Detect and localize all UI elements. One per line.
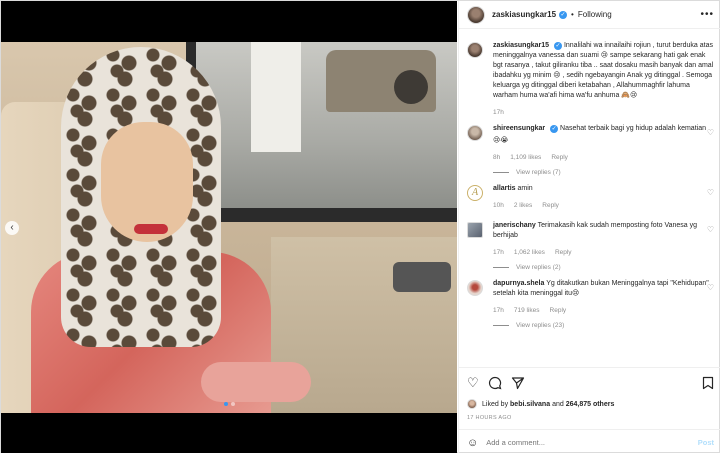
comment-body: dapurnya.shela Yg ditakutkan bukan Menin… — [493, 279, 713, 316]
caption-username[interactable]: zaskiasungkar15 — [493, 42, 549, 49]
comment-time[interactable]: 10h — [493, 201, 504, 211]
post-header: zaskiasungkar15 ✓ • Following ••• — [459, 1, 720, 29]
carousel-dots — [1, 402, 457, 406]
comment-icon[interactable] — [488, 376, 502, 393]
comment: janerischany Terimakasih kak sudah mempo… — [467, 221, 714, 258]
street-car — [326, 50, 436, 112]
caption-time[interactable]: 17h — [493, 108, 504, 118]
street-wall — [251, 42, 301, 152]
comment-meta: 8h 1,109 likes Reply — [493, 153, 713, 163]
caption-meta: 17h — [493, 108, 714, 118]
comment-username[interactable]: janerischany — [493, 222, 536, 229]
verified-icon: ✓ — [550, 125, 559, 133]
comment-like-icon[interactable]: ♡ — [707, 188, 714, 197]
comment: A allartis amin 10h 2 likes Reply ♡ — [467, 184, 714, 211]
comments-list[interactable]: zaskiasungkar15 ✓ Innalilahi wa innailai… — [459, 31, 720, 367]
instagram-post: ‹ zaskiasungkar15 ✓ • Following ••• zask… — [0, 0, 720, 453]
post-media[interactable]: ‹ — [1, 1, 457, 453]
comment-text: Nasehat terbaik bagi yg hidup adalah kem… — [560, 125, 706, 132]
comment-likes[interactable]: 719 likes — [514, 306, 540, 316]
divider — [493, 325, 509, 326]
bookmark-icon-svg — [702, 376, 714, 390]
comment-body: janerischany Terimakasih kak sudah mempo… — [493, 221, 713, 258]
comment-like-icon[interactable]: ♡ — [707, 225, 714, 234]
reply-button[interactable]: Reply — [542, 201, 559, 211]
author-avatar[interactable] — [467, 42, 483, 58]
comment-meta: 10h 2 likes Reply — [493, 201, 713, 211]
comment-username[interactable]: shireensungkar — [493, 125, 545, 132]
author-avatar[interactable] — [467, 5, 485, 24]
post-time[interactable]: 17 HOURS AGO — [467, 415, 512, 421]
heart-outline-icon[interactable]: ♡ — [467, 376, 479, 393]
more-options-icon[interactable]: ••• — [700, 9, 714, 20]
emoji-icon[interactable]: ☺ — [467, 437, 478, 449]
woman-lips — [134, 224, 168, 234]
carousel-dot — [230, 402, 235, 406]
view-replies-button[interactable]: View replies (7) — [493, 169, 714, 176]
comment-text: amin — [517, 185, 533, 192]
header-separator: • — [571, 10, 574, 19]
comment-meta: 17h 1,062 likes Reply — [493, 248, 713, 258]
liker-username[interactable]: bebi.silvana — [510, 401, 550, 408]
add-comment-input[interactable] — [486, 438, 698, 447]
liker-avatar[interactable] — [467, 399, 477, 409]
caption: zaskiasungkar15 ✓ Innalilahi wa innailai… — [467, 41, 714, 118]
carousel-dot — [223, 402, 228, 406]
comment-emoji: 😢😭 — [493, 137, 509, 144]
likes-summary: Liked by bebi.silvana and 264,875 others — [467, 399, 614, 409]
door-handle — [393, 262, 451, 292]
following-button[interactable]: Following — [578, 10, 612, 19]
woman-sleeve — [201, 362, 311, 402]
view-replies-label[interactable]: View replies (2) — [516, 264, 561, 271]
share-icon[interactable] — [511, 376, 525, 393]
reply-button[interactable]: Reply — [551, 153, 568, 163]
share-icon-svg — [511, 377, 524, 390]
divider — [493, 267, 509, 268]
comment-body: allartis amin 10h 2 likes Reply — [493, 184, 713, 211]
commenter-avatar[interactable] — [467, 280, 483, 296]
action-icons: ♡ — [467, 376, 525, 393]
comment: shireensungkar ✓ Nasehat terbaik bagi yg… — [467, 124, 714, 163]
comment: dapurnya.shela Yg ditakutkan bukan Menin… — [467, 279, 714, 316]
author-username[interactable]: zaskiasungkar15 — [492, 10, 556, 19]
comment-like-icon[interactable]: ♡ — [707, 128, 714, 137]
commenter-avatar[interactable] — [467, 125, 483, 141]
view-replies-button[interactable]: View replies (23) — [493, 322, 714, 329]
view-replies-label[interactable]: View replies (23) — [516, 322, 564, 329]
bookmark-icon[interactable] — [702, 376, 714, 393]
comment-likes[interactable]: 1,062 likes — [514, 248, 545, 258]
post-sidebar: zaskiasungkar15 ✓ • Following ••• zaskia… — [458, 1, 720, 453]
comment-time[interactable]: 17h — [493, 248, 504, 258]
comment-likes[interactable]: 1,109 likes — [510, 153, 541, 163]
verified-icon: ✓ — [554, 42, 562, 50]
caption-body: zaskiasungkar15 ✓ Innalilahi wa innailai… — [493, 41, 714, 118]
comment-username[interactable]: allartis — [493, 185, 516, 192]
view-replies-button[interactable]: View replies (2) — [493, 264, 714, 271]
comment-meta: 17h 719 likes Reply — [493, 306, 713, 316]
comment-username[interactable]: dapurnya.shela — [493, 280, 544, 287]
commenter-avatar[interactable]: A — [467, 185, 483, 201]
post-comment-button[interactable]: Post — [698, 438, 714, 447]
comment-icon-svg — [488, 376, 502, 390]
reply-button[interactable]: Reply — [550, 306, 567, 316]
comment-like-icon[interactable]: ♡ — [707, 283, 714, 292]
comment-time[interactable]: 8h — [493, 153, 500, 163]
likes-others[interactable]: 264,875 others — [566, 401, 615, 408]
comment-time[interactable]: 17h — [493, 306, 504, 316]
caption-text: Innalilahi wa innailaihi rojiun , turut … — [493, 42, 714, 99]
post-photo[interactable] — [1, 42, 457, 413]
carousel-prev-button[interactable]: ‹ — [5, 221, 19, 235]
likes-and: and — [552, 400, 564, 408]
divider — [493, 172, 509, 173]
comment-likes[interactable]: 2 likes — [514, 201, 532, 211]
likes-prefix: Liked by — [482, 400, 509, 408]
add-comment-bar: ☺ Post — [459, 429, 720, 453]
commenter-avatar[interactable] — [467, 222, 483, 238]
view-replies-label[interactable]: View replies (7) — [516, 169, 561, 176]
verified-icon: ✓ — [559, 10, 568, 19]
comment-body: shireensungkar ✓ Nasehat terbaik bagi yg… — [493, 124, 713, 163]
reply-button[interactable]: Reply — [555, 248, 572, 258]
post-actions: ♡ Liked by bebi.silvana and 264,875 othe… — [459, 367, 720, 453]
